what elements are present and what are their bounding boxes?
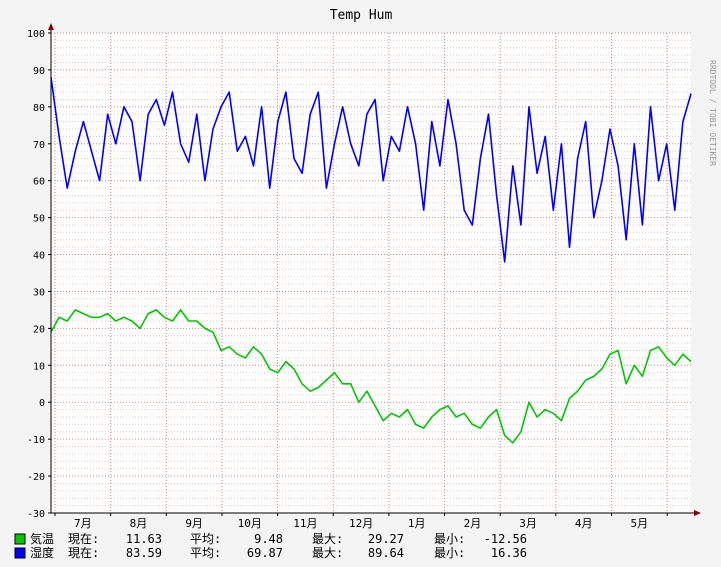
y-tick-label: -10 (27, 435, 45, 446)
x-tick-label: 7月 (74, 517, 92, 530)
y-tick-label: 10 (33, 361, 45, 372)
legend-max-label-hum: 最大: (312, 546, 343, 560)
x-tick-label: 9月 (185, 517, 203, 530)
legend-average-label-hum: 平均: (190, 546, 221, 560)
x-tick-label: 5月 (631, 517, 649, 530)
legend-max-hum: 89.64 (368, 546, 404, 560)
legend-min-temp: -12.56 (484, 532, 527, 546)
y-tick-label: 90 (33, 66, 45, 77)
x-tick-label: 10月 (238, 517, 262, 530)
y-tick-label: 60 (33, 177, 45, 188)
y-tick-label: 30 (33, 287, 45, 298)
y-tick-label: -20 (27, 472, 45, 483)
y-tick-label: 20 (33, 324, 45, 335)
legend-average-temp: 9.48 (254, 532, 283, 546)
legend-name-hum: 湿度 (30, 545, 54, 560)
legend-swatch-hum (14, 547, 26, 559)
y-tick-label: 0 (39, 398, 45, 409)
y-tick-label: 100 (27, 29, 45, 40)
x-tick-label: 11月 (293, 517, 317, 530)
x-tick-label: 12月 (349, 517, 373, 530)
legend-name-temp: 気温 (30, 531, 54, 546)
legend-row-temp: 気温 現在: 11.63 平均: 9.48 最大: 29.27 最小: -12.… (14, 531, 527, 546)
y-tick-label: 70 (33, 140, 45, 151)
legend-average-hum: 69.87 (247, 546, 283, 560)
legend-current-hum: 83.59 (126, 546, 162, 560)
legend-swatch-temp (14, 533, 26, 545)
y-tick-label: 40 (33, 251, 45, 262)
legend-current-temp: 11.63 (126, 532, 162, 546)
legend-max-label-temp: 最大: (312, 532, 343, 546)
legend: 気温 現在: 11.63 平均: 9.48 最大: 29.27 最小: -12.… (14, 531, 527, 560)
legend-min-hum: 16.36 (491, 546, 527, 560)
legend-min-label-temp: 最小: (434, 532, 465, 546)
x-tick-label: 3月 (519, 517, 537, 530)
chart-title: Temp Hum (330, 8, 393, 23)
x-tick-label: 2月 (464, 517, 482, 530)
y-tick-label: 80 (33, 103, 45, 114)
legend-average-label-temp: 平均: (190, 532, 221, 546)
rrdtool-watermark: RRDTOOL / TOBI OETIKER (708, 60, 717, 166)
plot-area (51, 33, 691, 513)
y-tick-label: -30 (27, 509, 45, 520)
chart-canvas: Temp Hum RRDTOOL / TOBI OETIKER -30 -20 -1… (0, 0, 721, 567)
x-tick-label: 8月 (130, 517, 148, 530)
y-tick-label: 50 (33, 214, 45, 225)
legend-max-temp: 29.27 (368, 532, 404, 546)
legend-row-hum: 湿度 現在: 83.59 平均: 69.87 最大: 89.64 最小: 16.… (14, 545, 527, 560)
x-tick-label: 4月 (575, 517, 593, 530)
legend-current-label-hum: 現在: (68, 546, 99, 560)
legend-min-label-hum: 最小: (434, 546, 465, 560)
x-tick-label: 1月 (408, 517, 426, 530)
legend-current-label-temp: 現在: (68, 532, 99, 546)
